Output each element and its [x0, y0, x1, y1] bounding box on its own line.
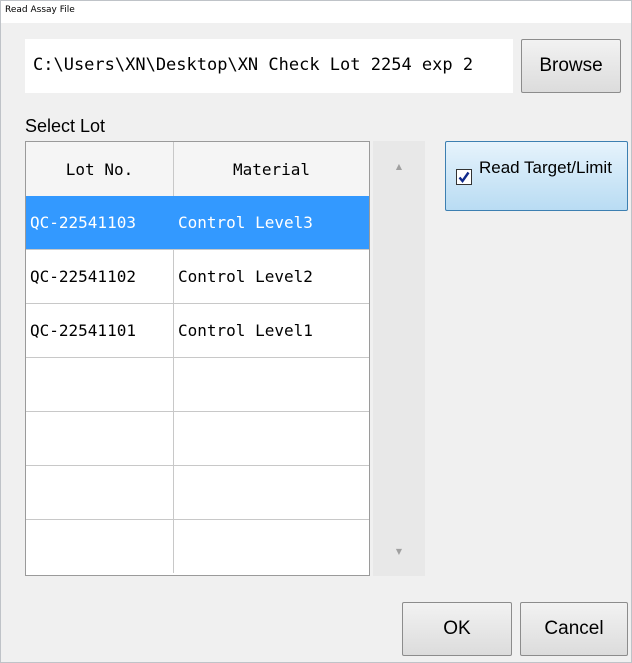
lot-number-cell: [26, 358, 174, 411]
cancel-button[interactable]: Cancel: [520, 602, 628, 656]
lot-number-cell: [26, 412, 174, 465]
scroll-down-arrow-icon[interactable]: ▼: [373, 536, 425, 566]
material-cell: [174, 520, 369, 573]
ok-button[interactable]: OK: [402, 602, 512, 656]
material-cell: [174, 358, 369, 411]
select-lot-label: Select Lot: [25, 116, 106, 136]
table-row[interactable]: [26, 466, 369, 520]
file-path-text: C:\Users\XN\Desktop\XN Check Lot 2254 ex…: [33, 55, 474, 75]
material-cell: [174, 412, 369, 465]
read-target-limit-checkbox[interactable]: [456, 169, 472, 185]
lot-grid: Lot No. Material QC-22541103 Control Lev…: [25, 141, 370, 576]
table-row[interactable]: QC-22541103 Control Level3: [26, 196, 369, 250]
checkmark-icon: [458, 171, 470, 183]
lot-number-cell: QC-22541101: [26, 304, 174, 357]
grid-header: Lot No. Material: [26, 142, 369, 197]
title-bar: Read Assay File: [1, 1, 631, 23]
read-assay-file-dialog: Read Assay File C:\Users\XN\Desktop\XN C…: [0, 0, 632, 663]
read-target-limit-toggle[interactable]: Read Target/Limit: [445, 141, 628, 211]
lot-number-cell: [26, 520, 174, 573]
table-row[interactable]: [26, 520, 369, 574]
column-header-material[interactable]: Material: [174, 142, 369, 196]
column-header-lot-no[interactable]: Lot No.: [26, 142, 174, 196]
window-title: Read Assay File: [5, 5, 75, 15]
lot-number-cell: [26, 466, 174, 519]
table-row[interactable]: QC-22541102 Control Level2: [26, 250, 369, 304]
material-cell: [174, 466, 369, 519]
material-cell: Control Level1: [178, 321, 313, 340]
lot-number-cell: QC-22541102: [26, 250, 174, 303]
table-row[interactable]: [26, 412, 369, 466]
browse-button[interactable]: Browse: [521, 39, 621, 93]
scroll-up-arrow-icon[interactable]: ▲: [373, 151, 425, 181]
lot-number-cell: QC-22541103: [26, 196, 174, 249]
file-path-field[interactable]: C:\Users\XN\Desktop\XN Check Lot 2254 ex…: [25, 39, 513, 93]
read-target-limit-label: Read Target/Limit: [479, 158, 612, 177]
table-row[interactable]: [26, 358, 369, 412]
lot-grid-scrollbar[interactable]: ▲ ▼: [373, 141, 425, 576]
table-row[interactable]: QC-22541101 Control Level1: [26, 304, 369, 358]
material-cell: Control Level3: [178, 213, 313, 232]
material-cell: Control Level2: [178, 267, 313, 286]
